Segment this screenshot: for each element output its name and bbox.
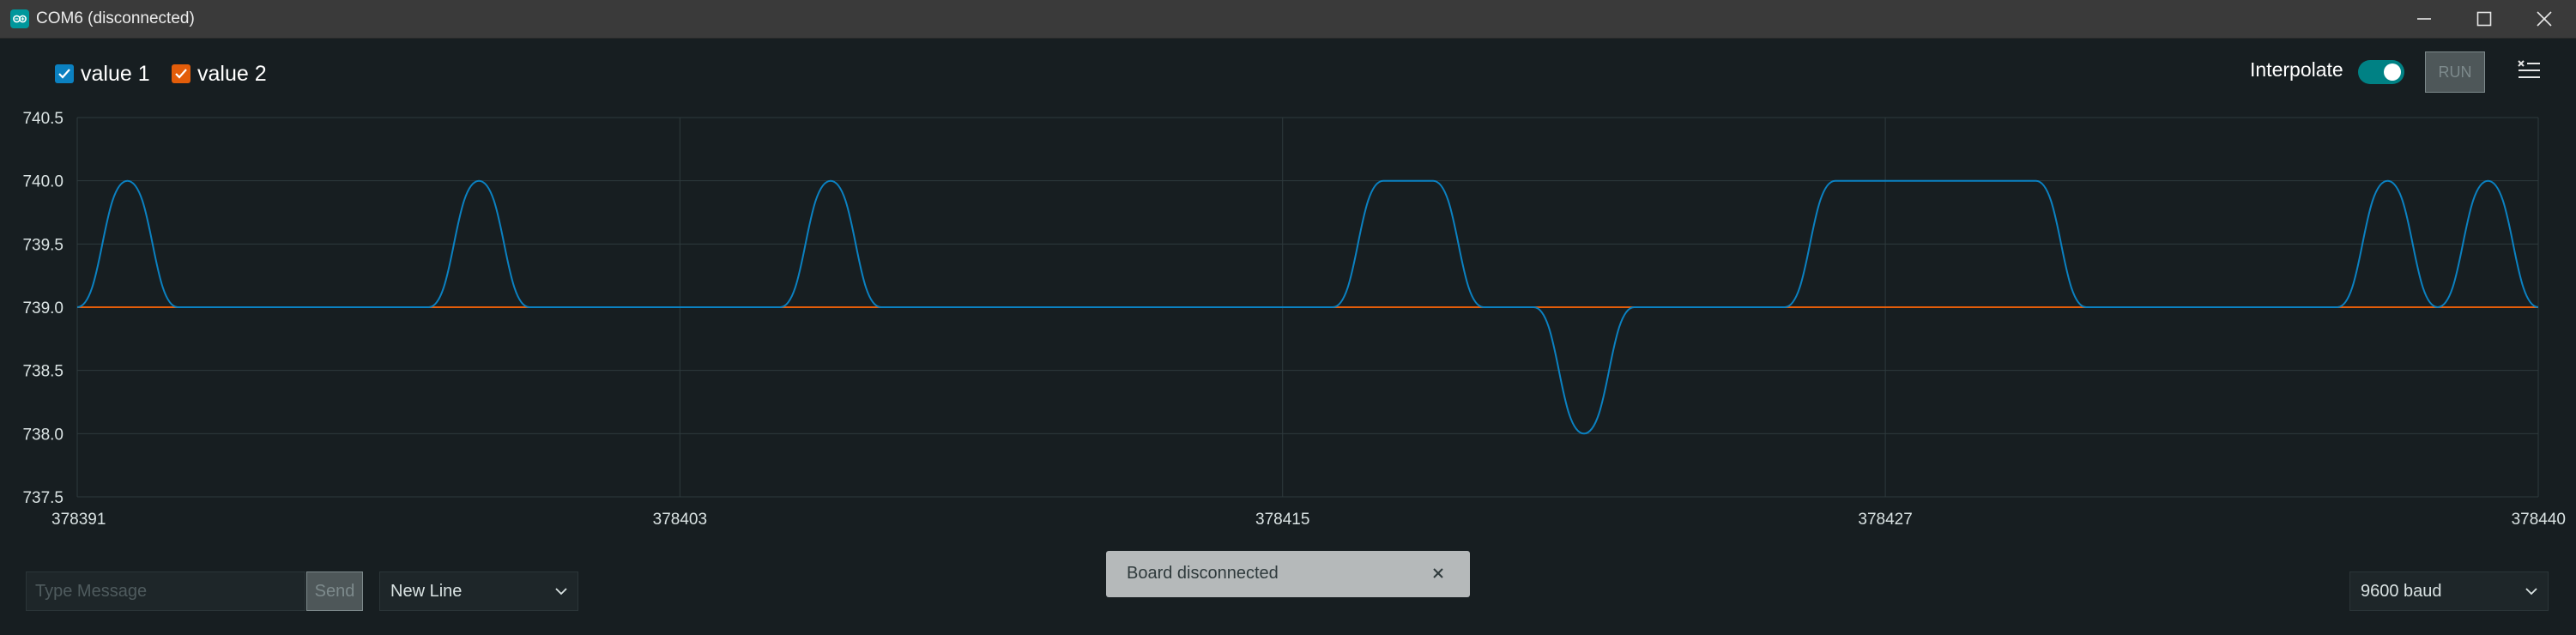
close-icon[interactable] xyxy=(1425,560,1451,586)
x-tick-label: 378440 xyxy=(2512,511,2566,529)
serial-plot-chart: 740.5 740.0 739.5 739.0 738.5 738.0 737.5 37839… xyxy=(22,110,2566,529)
title-bar: COM6 (disconnected) xyxy=(0,0,2576,39)
x-tick-label: 378427 xyxy=(1858,511,1912,529)
message-input[interactable] xyxy=(26,572,305,611)
baud-rate-value: 9600 baud xyxy=(2361,582,2442,601)
y-tick-label: 737.5 xyxy=(22,489,63,507)
line-ending-value: New Line xyxy=(390,582,463,601)
y-tick-label: 740.5 xyxy=(22,110,63,128)
maximize-icon xyxy=(2476,11,2492,27)
interpolate-toggle[interactable] xyxy=(2358,60,2404,84)
y-tick-label: 738.0 xyxy=(22,426,63,444)
line-ending-select[interactable]: New Line xyxy=(379,572,578,611)
clear-list-icon[interactable] xyxy=(2516,58,2542,82)
y-tick-label: 738.5 xyxy=(22,363,63,381)
legend-label: value 1 xyxy=(81,62,150,86)
minimize-button[interactable] xyxy=(2394,0,2454,38)
y-tick-label: 739.0 xyxy=(22,299,63,318)
toggle-knob xyxy=(2384,64,2401,81)
window-title: COM6 (disconnected) xyxy=(36,9,195,27)
checkmark-icon xyxy=(58,69,70,79)
value-1-checkbox[interactable] xyxy=(55,64,74,83)
maximize-button[interactable] xyxy=(2454,0,2514,38)
interpolate-label: Interpolate xyxy=(2250,58,2343,81)
legend-label: value 2 xyxy=(197,62,267,86)
value-2-checkbox[interactable] xyxy=(172,64,190,83)
send-button[interactable]: Send xyxy=(306,572,363,611)
chevron-down-icon xyxy=(2525,588,2537,596)
close-window-button[interactable] xyxy=(2514,0,2574,38)
arduino-logo-icon xyxy=(10,9,29,28)
board-disconnected-toast: Board disconnected xyxy=(1106,551,1470,597)
y-tick-label: 740.0 xyxy=(22,173,63,191)
x-tick-label: 378403 xyxy=(653,511,707,529)
baud-rate-select[interactable]: 9600 baud xyxy=(2349,572,2549,611)
chart-axis-labels: 740.5 740.0 739.5 739.0 738.5 738.0 737.5 37839… xyxy=(22,110,2566,529)
y-tick-label: 739.5 xyxy=(22,236,63,254)
close-icon xyxy=(2537,11,2552,27)
checkmark-icon xyxy=(175,69,187,79)
toast-message: Board disconnected xyxy=(1127,564,1279,583)
x-tick-label: 378415 xyxy=(1255,511,1309,529)
x-tick-label: 378391 xyxy=(51,511,106,529)
chevron-down-icon xyxy=(555,588,567,596)
minimize-icon xyxy=(2417,18,2431,20)
run-button[interactable]: RUN xyxy=(2425,51,2485,93)
chart-series xyxy=(76,179,2539,435)
